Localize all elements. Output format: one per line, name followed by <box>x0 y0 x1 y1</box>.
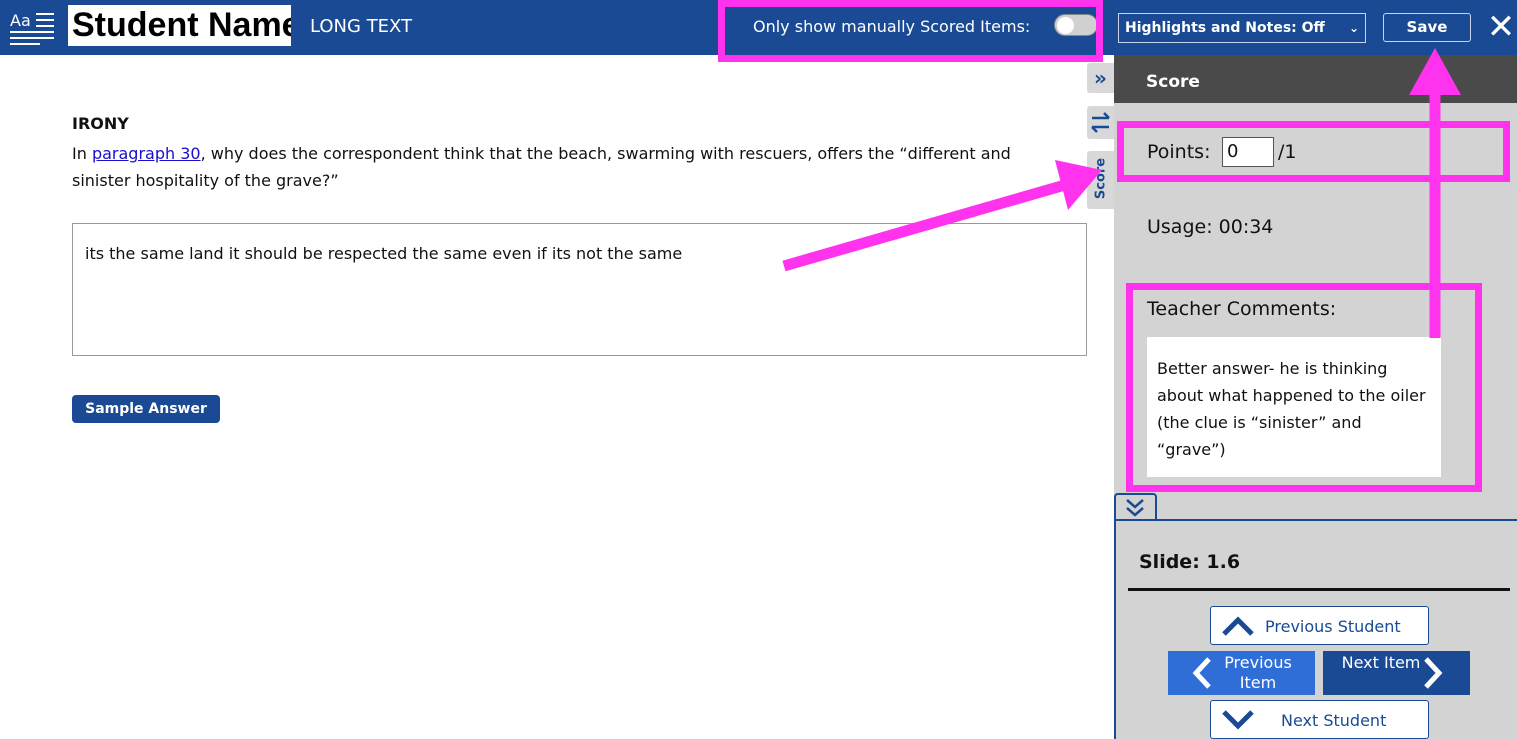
navigation-panel: Slide: 1.6 Previous Student Previous Ite… <box>1114 519 1517 739</box>
swap-panel-tab[interactable] <box>1087 106 1114 139</box>
svg-text:Aa: Aa <box>10 11 31 30</box>
double-chevron-down-icon <box>1126 499 1144 517</box>
previous-item-button[interactable]: Previous Item <box>1168 651 1315 695</box>
item-type-label: LONG TEXT <box>310 16 413 37</box>
swap-arrows-icon <box>1091 112 1110 133</box>
paragraph-link[interactable]: paragraph 30 <box>92 144 201 163</box>
question-title: IRONY <box>72 114 129 133</box>
previous-student-button[interactable]: Previous Student <box>1210 606 1429 645</box>
previous-item-label: Previous Item <box>1224 653 1292 692</box>
save-button[interactable]: Save <box>1383 13 1471 42</box>
student-answer: its the same land it should be respected… <box>72 223 1087 356</box>
student-name: Student Name <box>68 5 291 46</box>
question-prefix: In <box>72 144 92 163</box>
annotation-box-comments <box>1126 283 1482 492</box>
divider <box>1128 588 1510 591</box>
annotation-box-manual-toggle <box>718 0 1103 62</box>
slide-indicator: Slide: 1.6 <box>1139 551 1241 573</box>
highlights-notes-value: Highlights and Notes: Off <box>1125 20 1325 36</box>
chevron-down-icon: ⌄ <box>1348 21 1359 35</box>
next-item-label: Next Item <box>1341 653 1421 672</box>
next-student-label: Next Student <box>1281 711 1387 730</box>
chevron-down-icon <box>1222 710 1254 730</box>
expand-panel-tab[interactable]: » <box>1087 63 1114 93</box>
score-tab[interactable]: Score <box>1087 151 1114 209</box>
close-icon[interactable]: ✕ <box>1484 9 1517 45</box>
score-panel-heading: Score <box>1114 55 1517 103</box>
previous-student-label: Previous Student <box>1265 617 1401 636</box>
text-format-icon[interactable]: Aa <box>8 9 56 45</box>
next-item-button[interactable]: Next Item <box>1323 651 1470 695</box>
chevron-up-icon <box>1222 616 1254 636</box>
annotation-box-points <box>1117 121 1510 182</box>
question-suffix: , why does the correspondent think that … <box>72 144 1011 190</box>
usage-time: Usage: 00:34 <box>1147 216 1274 238</box>
collapse-nav-tab[interactable] <box>1114 493 1157 520</box>
double-chevron-right-icon: » <box>1094 66 1107 90</box>
chevron-left-icon <box>1192 657 1211 689</box>
sample-answer-button[interactable]: Sample Answer <box>72 395 220 423</box>
highlights-notes-select[interactable]: Highlights and Notes: Off ⌄ <box>1118 13 1366 43</box>
next-student-button[interactable]: Next Student <box>1210 700 1429 739</box>
question-prompt: In paragraph 30, why does the correspond… <box>72 140 1062 194</box>
chevron-right-icon <box>1424 657 1443 689</box>
score-tab-label: Score <box>1093 157 1109 200</box>
